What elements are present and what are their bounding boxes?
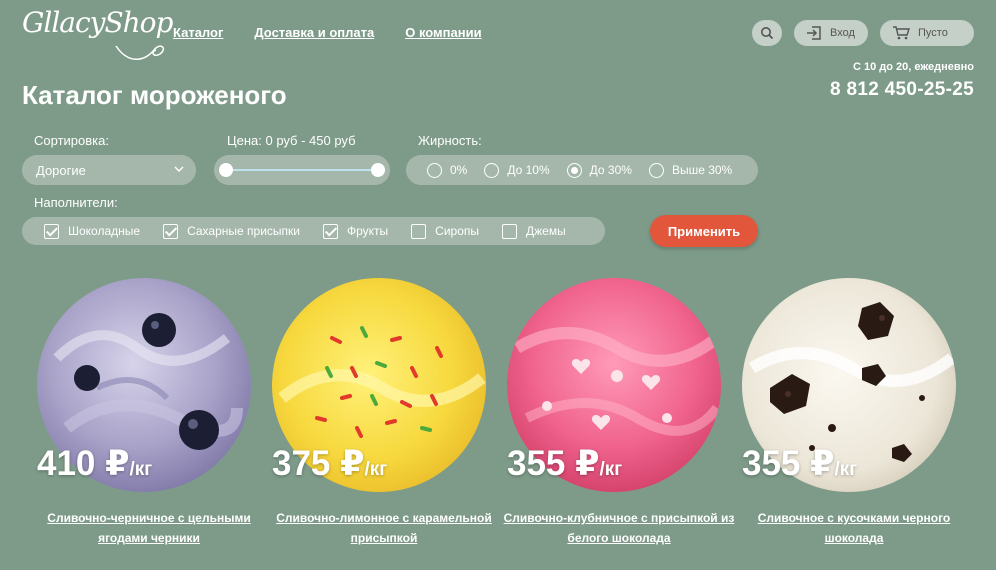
working-hours: С 10 до 20, ежедневно [852, 61, 974, 73]
fat-radio-group: 0% До 10% До 30% Выше 30% [406, 155, 758, 185]
sort-value: Дорогие [36, 162, 86, 178]
filler-fruits[interactable]: Фрукты [322, 223, 388, 239]
fat-label: Жирность: [418, 133, 482, 148]
product-name-link[interactable]: Сливочное с кусочками черного шоколада [732, 508, 976, 548]
search-button[interactable] [752, 20, 782, 46]
apply-button[interactable]: Применить [650, 215, 758, 247]
chevron-down-icon [174, 166, 184, 172]
fillers-checkbox-group: Шоколадные Сахарные присыпки Фрукты Сиро… [22, 217, 605, 245]
cart-icon [893, 26, 910, 40]
product-name-link[interactable]: Сливочно-клубничное с присыпкой из белог… [497, 508, 741, 548]
checkbox-checked[interactable] [163, 223, 179, 239]
filler-syrups[interactable]: Сиропы [411, 223, 479, 239]
checkbox[interactable] [411, 223, 427, 239]
price-range-track [226, 169, 378, 171]
login-icon [807, 26, 821, 40]
checkbox-checked[interactable] [44, 223, 59, 239]
filler-sugar-sprinkles[interactable]: Сахарные присыпки [163, 223, 300, 239]
site-logo[interactable]: GllacyShop [22, 6, 173, 60]
login-button[interactable]: Вход [794, 20, 868, 46]
price-min-handle[interactable] [219, 163, 233, 177]
nav-about-link[interactable]: О компании [405, 25, 481, 40]
product-price: 375 ₽/кг [272, 444, 388, 483]
product-price: 410 ₽/кг [37, 444, 153, 483]
checkbox[interactable] [502, 223, 517, 239]
radio-button[interactable] [427, 162, 442, 178]
search-icon [761, 27, 774, 40]
filler-jams[interactable]: Джемы [502, 223, 566, 239]
fat-option-above-30[interactable]: Выше 30% [648, 162, 732, 178]
fat-option-0[interactable]: 0% [427, 162, 467, 178]
cart-button[interactable]: Пусто [880, 20, 974, 46]
product-name-link[interactable]: Сливочно-черничное с цельными ягодами че… [27, 508, 271, 548]
fat-option-10[interactable]: До 10% [484, 162, 550, 178]
fillers-label: Наполнители: [34, 195, 118, 210]
price-range-slider [214, 155, 390, 185]
radio-button[interactable] [484, 162, 500, 178]
radio-button[interactable] [648, 162, 664, 178]
filler-chocolate[interactable]: Шоколадные [44, 223, 140, 239]
product-name-link[interactable]: Сливочно-лимонное с карамельной присыпко… [262, 508, 506, 548]
login-label: Вход [830, 27, 855, 39]
fat-option-30[interactable]: До 30% [566, 162, 632, 178]
product-price: 355 ₽/кг [507, 444, 623, 483]
page-title: Каталог мороженого [22, 80, 287, 110]
logo-swirl-icon [115, 45, 165, 60]
price-max-handle[interactable] [371, 163, 385, 177]
main-nav: Каталог Доставка и оплата О компании [173, 25, 482, 40]
phone-number[interactable]: 8 812 450-25-25 [830, 79, 974, 101]
sort-select[interactable]: Дорогие [22, 155, 196, 185]
cart-label: Пусто [918, 27, 948, 39]
price-label: Цена: 0 руб - 450 руб [227, 133, 356, 148]
nav-catalog-link[interactable]: Каталог [173, 25, 223, 40]
nav-delivery-link[interactable]: Доставка и оплата [254, 25, 374, 40]
checkbox-checked[interactable] [322, 223, 338, 239]
product-price: 355 ₽/кг [742, 444, 858, 483]
sort-label: Сортировка: [34, 133, 109, 148]
radio-button-selected[interactable] [566, 162, 582, 178]
